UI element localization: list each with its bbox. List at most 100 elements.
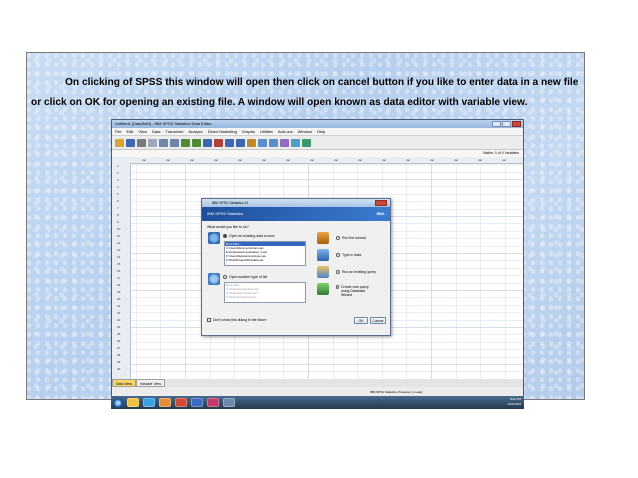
row-number[interactable]: 13 bbox=[117, 248, 120, 252]
ie-icon[interactable] bbox=[143, 398, 155, 407]
save-icon[interactable] bbox=[126, 138, 135, 147]
column-header[interactable]: var bbox=[286, 158, 290, 162]
start-button-icon[interactable] bbox=[113, 397, 123, 408]
row-number[interactable]: 25 bbox=[117, 332, 120, 336]
use-sets-icon[interactable] bbox=[291, 138, 300, 147]
print-icon[interactable] bbox=[137, 138, 146, 147]
column-header[interactable]: var bbox=[454, 158, 458, 162]
menu-utilities[interactable]: Utilities bbox=[260, 128, 273, 135]
open-other-option[interactable]: Open another type of file bbox=[223, 275, 267, 279]
menu-data[interactable]: Data bbox=[152, 128, 160, 135]
row-number[interactable]: 23 bbox=[117, 318, 120, 322]
row-number[interactable]: 28 bbox=[117, 353, 120, 357]
insert-cases-icon[interactable] bbox=[225, 138, 234, 147]
row-number[interactable]: 6 bbox=[117, 199, 119, 203]
row-number[interactable]: 16 bbox=[117, 269, 120, 273]
row-number[interactable]: 20 bbox=[117, 297, 120, 301]
minimize-icon[interactable] bbox=[492, 121, 501, 127]
row-number[interactable]: 7 bbox=[117, 206, 119, 210]
column-header[interactable]: var bbox=[142, 158, 146, 162]
tab-variable-view[interactable]: Variable View bbox=[135, 379, 165, 387]
radio-run-query[interactable] bbox=[336, 270, 340, 274]
weight-cases-icon[interactable] bbox=[258, 138, 267, 147]
list-item[interactable]: F:\Work\Project\2014\data.sav bbox=[225, 258, 305, 262]
row-number[interactable]: 17 bbox=[117, 276, 120, 280]
column-header[interactable]: var bbox=[358, 158, 362, 162]
column-header[interactable]: var bbox=[478, 158, 482, 162]
column-header[interactable]: var bbox=[430, 158, 434, 162]
recent-files-list[interactable]: More Files... C:\Users\Documents\Cars.sa… bbox=[224, 241, 306, 266]
cancel-button[interactable]: Cancel bbox=[370, 317, 386, 324]
column-header[interactable]: var bbox=[166, 158, 170, 162]
row-number[interactable]: 19 bbox=[117, 290, 120, 294]
run-query-option[interactable]: Run an existing query bbox=[336, 270, 376, 274]
run-tutorial-option[interactable]: Run the tutorial bbox=[336, 236, 366, 240]
row-number[interactable]: 24 bbox=[117, 325, 120, 329]
word-icon[interactable] bbox=[191, 398, 203, 407]
row-number[interactable]: 9 bbox=[117, 220, 119, 224]
create-query-option[interactable]: Create new query using Database Wizard bbox=[336, 285, 374, 297]
column-header[interactable]: var bbox=[502, 158, 506, 162]
column-header[interactable]: var bbox=[238, 158, 242, 162]
close-icon[interactable] bbox=[512, 121, 521, 127]
app-icon[interactable] bbox=[207, 398, 219, 407]
explorer-icon[interactable] bbox=[127, 398, 139, 407]
radio-type-in-data[interactable] bbox=[336, 253, 340, 257]
dont-show-checkbox[interactable] bbox=[207, 318, 211, 322]
maximize-icon[interactable] bbox=[502, 121, 511, 127]
menu-window[interactable]: Window bbox=[298, 128, 312, 135]
radio-run-tutorial[interactable] bbox=[336, 236, 340, 240]
row-number[interactable]: 21 bbox=[117, 304, 120, 308]
row-number[interactable]: 29 bbox=[117, 360, 120, 364]
menu-help[interactable]: Help bbox=[317, 128, 325, 135]
radio-open-existing[interactable] bbox=[223, 234, 227, 238]
find-icon[interactable] bbox=[214, 138, 223, 147]
menu-direct-marketing[interactable]: Direct Marketing bbox=[208, 128, 237, 135]
column-header[interactable]: var bbox=[382, 158, 386, 162]
row-number[interactable]: 12 bbox=[117, 241, 120, 245]
menu-add-ons[interactable]: Add-ons bbox=[278, 128, 293, 135]
list-item[interactable]: C:\Analysis\ref\descr.spv bbox=[225, 295, 305, 299]
dont-show-option[interactable]: Don't show this dialog in the future bbox=[207, 318, 266, 322]
column-header[interactable]: var bbox=[310, 158, 314, 162]
menu-edit[interactable]: Edit bbox=[126, 128, 133, 135]
split-file-icon[interactable] bbox=[247, 138, 256, 147]
open-folder-icon[interactable] bbox=[115, 138, 124, 147]
firefox-icon[interactable] bbox=[159, 398, 171, 407]
menu-view[interactable]: View bbox=[138, 128, 147, 135]
menu-graphs[interactable]: Graphs bbox=[242, 128, 255, 135]
open-existing-option[interactable]: Open an existing data source bbox=[223, 234, 275, 238]
menu-analyze[interactable]: Analyze bbox=[189, 128, 203, 135]
column-header[interactable]: var bbox=[190, 158, 194, 162]
column-header[interactable]: var bbox=[406, 158, 410, 162]
row-number[interactable]: 5 bbox=[117, 192, 119, 196]
type-in-data-option[interactable]: Type in data bbox=[336, 253, 361, 257]
row-number[interactable]: 3 bbox=[117, 178, 119, 182]
row-number[interactable]: 1 bbox=[117, 164, 119, 168]
row-number[interactable]: 18 bbox=[117, 283, 120, 287]
select-cases-icon[interactable] bbox=[269, 138, 278, 147]
radio-open-other[interactable] bbox=[223, 275, 227, 279]
row-number[interactable]: 26 bbox=[117, 339, 120, 343]
column-header[interactable]: var bbox=[262, 158, 266, 162]
row-number[interactable]: 8 bbox=[117, 213, 119, 217]
ok-button[interactable]: OK bbox=[354, 317, 368, 324]
row-number[interactable]: 30 bbox=[117, 367, 120, 371]
menu-transform[interactable]: Transform bbox=[165, 128, 183, 135]
column-header[interactable]: var bbox=[334, 158, 338, 162]
goto-case-icon[interactable] bbox=[181, 138, 190, 147]
row-number[interactable]: 4 bbox=[117, 185, 119, 189]
goto-variable-icon[interactable] bbox=[192, 138, 201, 147]
value-labels-icon[interactable] bbox=[280, 138, 289, 147]
spelling-icon[interactable] bbox=[302, 138, 311, 147]
row-number[interactable]: 27 bbox=[117, 346, 120, 350]
media-icon[interactable] bbox=[175, 398, 187, 407]
insert-variable-icon[interactable] bbox=[236, 138, 245, 147]
undo-icon[interactable] bbox=[159, 138, 168, 147]
other-files-list[interactable]: More Files... C:\Analysis\output\ans.spv… bbox=[224, 282, 306, 303]
variables-icon[interactable] bbox=[203, 138, 212, 147]
column-header[interactable]: var bbox=[214, 158, 218, 162]
dialog-recall-icon[interactable] bbox=[148, 138, 157, 147]
row-number[interactable]: 10 bbox=[117, 227, 120, 231]
tab-data-view[interactable]: Data View bbox=[112, 379, 136, 387]
